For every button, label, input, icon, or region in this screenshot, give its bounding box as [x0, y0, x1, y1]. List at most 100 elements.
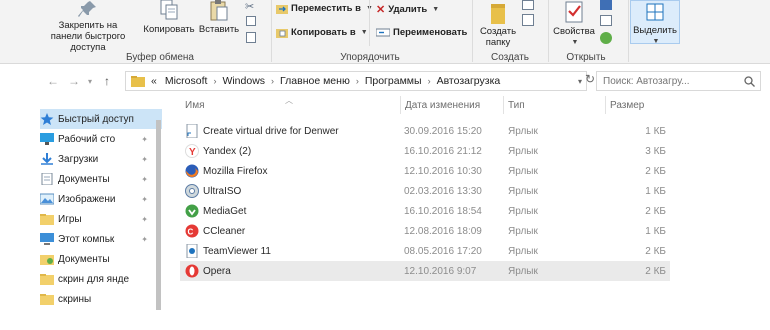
column-header-date[interactable]: Дата изменения: [405, 100, 480, 111]
file-date: 12.08.2016 18:09: [404, 225, 482, 237]
delete-label: Удалить: [388, 4, 428, 15]
ribbon-separator: [472, 0, 473, 62]
column-header-name[interactable]: Имя: [185, 100, 204, 111]
file-name-cell: Mozilla Firefox: [185, 164, 267, 178]
history-icon[interactable]: [600, 32, 612, 44]
properties-button[interactable]: Свойства ▼: [550, 0, 598, 48]
sidebar-item[interactable]: Быстрый доступ: [40, 109, 162, 129]
address-bar[interactable]: « Microsoft › Windows › Главное меню › П…: [125, 71, 587, 91]
chevron-right-icon[interactable]: ›: [426, 76, 433, 86]
breadcrumb-item[interactable]: Главное меню: [276, 75, 354, 87]
svg-text:C: C: [188, 228, 194, 237]
search-icon[interactable]: [744, 75, 755, 87]
file-size: 1 КБ: [645, 225, 666, 237]
copy-path-icon[interactable]: [246, 16, 256, 26]
column-divider[interactable]: [605, 96, 606, 114]
cut-icon[interactable]: ✂: [245, 0, 254, 13]
chevron-down-icon: ▼: [652, 38, 660, 45]
copy-button[interactable]: Копировать: [140, 0, 198, 35]
breadcrumb-item[interactable]: Microsoft: [161, 75, 212, 87]
edit-icon[interactable]: [600, 15, 612, 26]
sidebar-item[interactable]: Игры ✦: [40, 209, 162, 229]
sort-ascending-icon: ︿: [285, 96, 293, 105]
documents-icon: [40, 172, 54, 186]
ccleaner-icon: C: [185, 224, 199, 238]
file-row[interactable]: Create virtual drive for Denwer 30.09.201…: [180, 121, 670, 141]
chevron-right-icon[interactable]: ›: [211, 76, 218, 86]
sidebar-item[interactable]: Загрузки ✦: [40, 149, 162, 169]
file-name: Yandex (2): [203, 145, 252, 157]
sidebar-item[interactable]: Этот компьк ✦: [40, 229, 162, 249]
file-name: Mozilla Firefox: [203, 165, 268, 177]
pin-icon: ✦: [141, 154, 148, 164]
easy-access-icon[interactable]: [522, 14, 534, 26]
move-to-icon: [276, 5, 288, 14]
file-size: 3 КБ: [645, 145, 666, 157]
file-date: 12.10.2016 10:30: [404, 165, 482, 177]
navigation-pane-scrollbar[interactable]: [155, 100, 162, 330]
breadcrumb-item[interactable]: Windows: [218, 75, 269, 87]
column-header-size[interactable]: Размер: [610, 100, 644, 111]
svg-text:Y: Y: [189, 147, 196, 158]
column-divider[interactable]: [503, 96, 504, 114]
new-folder-button[interactable]: Создать папку: [476, 0, 520, 48]
breadcrumb-item[interactable]: Программы: [361, 75, 426, 87]
copy-to-button[interactable]: Копировать в ▼: [276, 27, 368, 38]
file-row[interactable]: C CCleaner 12.08.2016 18:09 Ярлык 1 КБ: [180, 221, 670, 241]
copy-label: Копировать: [143, 24, 195, 35]
pin-icon: ✦: [141, 174, 148, 184]
file-name-cell: Y Yandex (2): [185, 144, 251, 158]
file-date: 12.10.2016 9:07: [404, 265, 477, 277]
pin-quick-access-label: Закрепить на панели быстрого доступа: [50, 20, 126, 53]
sidebar-item[interactable]: Изображени ✦: [40, 189, 162, 209]
new-folder-label: Создать папку: [479, 26, 517, 48]
paste-shortcut-icon[interactable]: [246, 32, 256, 43]
breadcrumb-overflow[interactable]: «: [147, 75, 161, 87]
delete-icon: ✕: [376, 4, 386, 16]
file-name: CCleaner: [203, 225, 246, 237]
file-row[interactable]: TeamViewer 11 08.05.2016 17:20 Ярлык 2 КБ: [180, 241, 670, 261]
file-row[interactable]: UltraISO 02.03.2016 13:30 Ярлык 1 КБ: [180, 181, 670, 201]
search-box[interactable]: [596, 71, 761, 91]
file-row[interactable]: Mozilla Firefox 12.10.2016 10:30 Ярлык 2 КБ: [180, 161, 670, 181]
chevron-right-icon[interactable]: ›: [269, 76, 276, 86]
organize-group-label: Упорядочить: [340, 52, 400, 63]
sidebar-item[interactable]: скрины: [40, 289, 162, 309]
file-row[interactable]: MediaGet 16.10.2016 18:54 Ярлык 2 КБ: [180, 201, 670, 221]
chevron-right-icon[interactable]: ›: [354, 76, 361, 86]
select-button[interactable]: Выделить ▼: [630, 0, 680, 45]
file-row[interactable]: Opera 12.10.2016 9:07 Ярлык 2 КБ: [180, 261, 670, 281]
file-date: 30.09.2016 15:20: [404, 125, 482, 137]
scrollbar-thumb[interactable]: [156, 120, 161, 310]
breadcrumb-item[interactable]: Автозагрузка: [433, 75, 505, 87]
paste-button[interactable]: Вставить: [198, 0, 240, 35]
pin-quick-access-button[interactable]: Закрепить на панели быстрого доступа: [36, 0, 140, 53]
file-type: Ярлык: [508, 165, 538, 177]
sidebar-item[interactable]: Рабочий сто ✦: [40, 129, 162, 149]
move-to-button[interactable]: Переместить в▼: [276, 3, 373, 14]
sidebar-item-label: Быстрый доступ: [58, 113, 134, 125]
column-header-type[interactable]: Тип: [508, 100, 525, 111]
file-name-cell: UltraISO: [185, 184, 241, 198]
up-arrow-icon[interactable]: ↑: [104, 74, 110, 88]
forward-arrow-icon[interactable]: →: [68, 74, 80, 88]
open-icon[interactable]: [600, 0, 612, 10]
sidebar-item[interactable]: Документы: [40, 249, 162, 269]
file-name-cell: MediaGet: [185, 204, 246, 218]
back-arrow-icon[interactable]: ←: [47, 74, 59, 88]
search-input[interactable]: [603, 75, 738, 87]
delete-button[interactable]: ✕ Удалить ▼: [376, 3, 439, 16]
sidebar-item-label: Документы: [58, 253, 110, 265]
rename-button[interactable]: Переименовать: [376, 27, 467, 38]
address-dropdown-icon[interactable]: ▾: [578, 77, 582, 86]
sidebar-item[interactable]: Документы ✦: [40, 169, 162, 189]
refresh-icon[interactable]: ↻: [585, 72, 595, 86]
new-item-icon[interactable]: [522, 0, 534, 10]
recent-locations-icon[interactable]: ▾: [88, 77, 92, 86]
pin-icon: ✦: [141, 234, 148, 244]
sidebar-item[interactable]: скрин для янде: [40, 269, 162, 289]
ribbon-separator: [628, 0, 629, 62]
column-divider[interactable]: [400, 96, 401, 114]
file-row[interactable]: Y Yandex (2) 16.10.2016 21:12 Ярлык 3 КБ: [180, 141, 670, 161]
file-size: 1 КБ: [645, 185, 666, 197]
